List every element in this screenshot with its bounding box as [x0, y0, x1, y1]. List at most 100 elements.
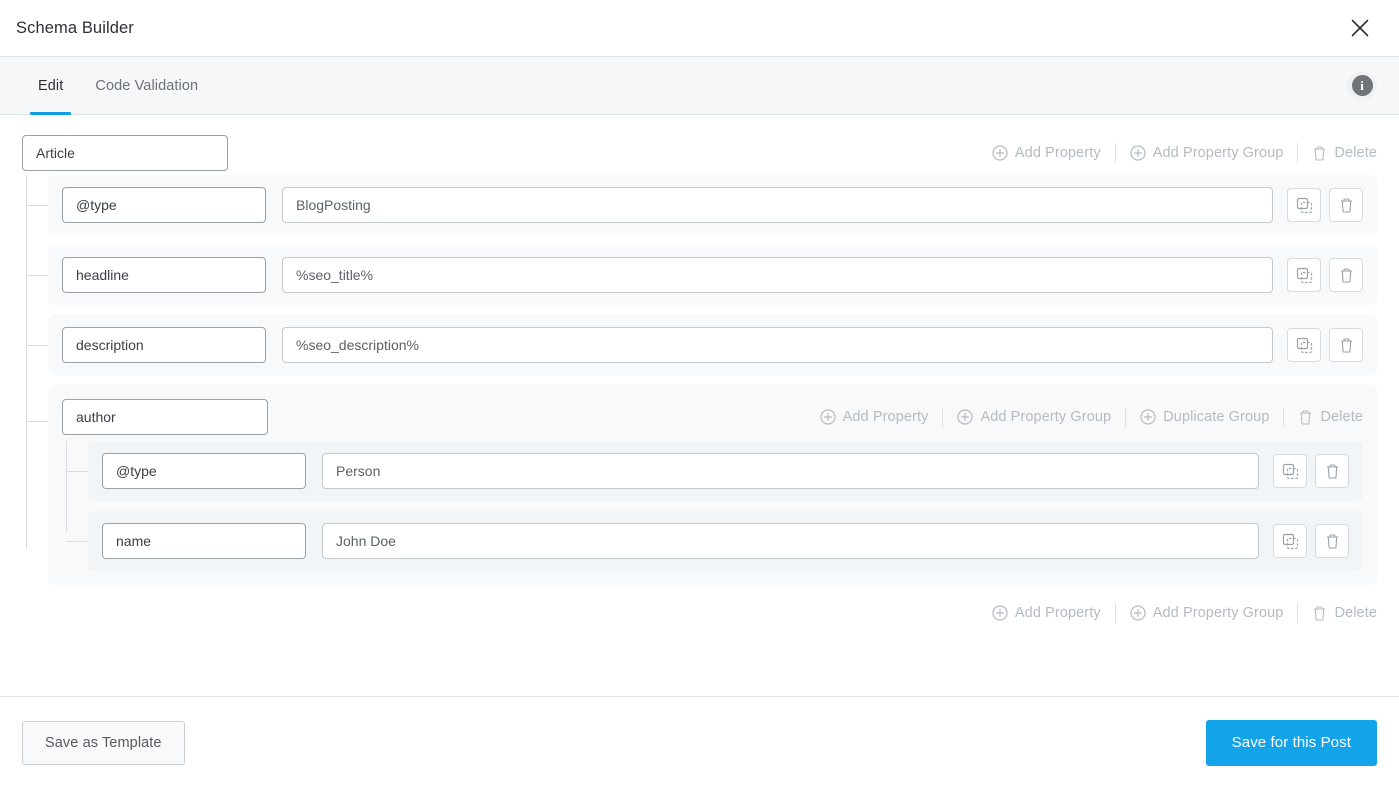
delete-property-button[interactable]	[1329, 258, 1363, 292]
row-actions	[1273, 524, 1349, 558]
plus-circle-icon	[992, 605, 1008, 621]
info-icon: i	[1351, 75, 1373, 96]
trash-icon	[1312, 145, 1327, 161]
plus-circle-icon	[992, 145, 1008, 161]
property-value-input[interactable]: Person	[322, 453, 1259, 489]
root-bottom-add-property-group-label: Add Property Group	[1152, 605, 1284, 621]
property-group-author: author Add Property Add Property Group D…	[26, 385, 1377, 585]
schema-builder-modal: Schema Builder Edit Code Validation i Ar…	[0, 0, 1399, 788]
page-title: Schema Builder	[16, 18, 134, 37]
copy-icon	[1282, 463, 1299, 480]
group-tree: @type Person name John Doe	[62, 441, 1363, 571]
property-key-input[interactable]: @type	[62, 187, 266, 223]
plus-circle-icon	[1130, 605, 1146, 621]
save-as-template-button[interactable]: Save as Template	[22, 720, 185, 765]
modal-footer: Save as Template Save for this Post	[0, 696, 1399, 788]
root-delete-button[interactable]: Delete	[1298, 145, 1377, 161]
schema-tree-body: Article Add Property Add Property Group	[0, 115, 1399, 696]
group-name-input[interactable]: author	[62, 399, 268, 435]
root-toolbar: Add Property Add Property Group Delete	[978, 143, 1377, 163]
close-icon	[1349, 17, 1371, 39]
property-key-input[interactable]: name	[102, 523, 306, 559]
root-add-property-group-label: Add Property Group	[1152, 145, 1284, 161]
table-row: headline %seo_title%	[26, 245, 1377, 305]
delete-property-button[interactable]	[1315, 524, 1349, 558]
group-duplicate-group-label: Duplicate Group	[1163, 409, 1270, 425]
group-duplicate-group-button[interactable]: Duplicate Group	[1126, 409, 1283, 425]
group-header-row: author Add Property Add Property Group D…	[62, 399, 1363, 435]
table-row: name John Doe	[66, 511, 1363, 571]
root-tree: @type BlogPosting headline %seo_title% d…	[22, 175, 1377, 623]
copy-icon	[1282, 533, 1299, 550]
group-add-property-group-label: Add Property Group	[980, 409, 1112, 425]
copy-icon	[1296, 197, 1313, 214]
group-delete-label: Delete	[1320, 409, 1363, 425]
property-value-input[interactable]: BlogPosting	[282, 187, 1273, 223]
plus-circle-icon	[820, 409, 836, 425]
plus-circle-icon	[957, 409, 974, 425]
modal-header: Schema Builder	[0, 0, 1399, 57]
root-add-property-group-button[interactable]: Add Property Group	[1116, 145, 1298, 161]
duplicate-property-button[interactable]	[1287, 258, 1321, 292]
save-for-this-post-button[interactable]: Save for this Post	[1205, 719, 1377, 766]
row-actions	[1273, 454, 1349, 488]
group-add-property-group-button[interactable]: Add Property Group	[943, 409, 1125, 425]
root-children: @type BlogPosting headline %seo_title% d…	[22, 175, 1377, 585]
property-value-input[interactable]: %seo_description%	[282, 327, 1273, 363]
root-delete-label: Delete	[1334, 145, 1377, 161]
table-row: @type BlogPosting	[26, 175, 1377, 235]
root-bottom-add-property-label: Add Property	[1014, 605, 1101, 621]
table-row: @type Person	[66, 441, 1363, 501]
trash-icon	[1339, 267, 1354, 283]
duplicate-property-button[interactable]	[1287, 188, 1321, 222]
root-bottom-add-property-group-button[interactable]: Add Property Group	[1116, 605, 1298, 621]
property-value-input[interactable]: %seo_title%	[282, 257, 1273, 293]
root-add-property-button[interactable]: Add Property	[978, 145, 1115, 161]
property-key-input[interactable]: headline	[62, 257, 266, 293]
root-bottom-toolbar: Add Property Add Property Group Delete	[978, 603, 1377, 623]
root-add-property-label: Add Property	[1014, 145, 1101, 161]
root-bottom-delete-label: Delete	[1334, 605, 1377, 621]
delete-property-button[interactable]	[1315, 454, 1349, 488]
close-button[interactable]	[1343, 11, 1377, 45]
delete-property-button[interactable]	[1329, 328, 1363, 362]
duplicate-property-button[interactable]	[1273, 524, 1307, 558]
tab-code-validation-label: Code Validation	[95, 77, 199, 94]
info-button[interactable]: i	[1347, 70, 1377, 101]
tab-edit[interactable]: Edit	[22, 57, 79, 115]
tab-spacer	[214, 57, 1347, 114]
duplicate-property-button[interactable]	[1273, 454, 1307, 488]
property-key-input[interactable]: @type	[102, 453, 306, 489]
group-add-property-button[interactable]: Add Property	[806, 409, 943, 425]
property-value-input[interactable]: John Doe	[322, 523, 1259, 559]
root-name-input[interactable]: Article	[22, 135, 228, 171]
tab-code-validation[interactable]: Code Validation	[79, 57, 214, 114]
trash-icon	[1339, 197, 1354, 213]
trash-icon	[1312, 605, 1327, 621]
root-bottom-add-property-button[interactable]: Add Property	[978, 605, 1115, 621]
root-bottom-delete-button[interactable]: Delete	[1298, 605, 1377, 621]
plus-circle-icon	[1140, 409, 1156, 425]
row-actions	[1287, 188, 1363, 222]
delete-property-button[interactable]	[1329, 188, 1363, 222]
root-bottom-toolbar-wrap: Add Property Add Property Group Delete	[22, 595, 1377, 623]
copy-icon	[1296, 337, 1313, 354]
root-header-row: Article Add Property Add Property Group	[22, 135, 1377, 171]
tab-edit-label: Edit	[38, 77, 64, 94]
trash-icon	[1298, 409, 1313, 425]
plus-circle-icon	[1130, 145, 1146, 161]
property-key-input[interactable]: description	[62, 327, 266, 363]
copy-icon	[1296, 267, 1313, 284]
row-actions	[1287, 328, 1363, 362]
group-toolbar: Add Property Add Property Group Duplicat…	[806, 407, 1363, 427]
tab-bar: Edit Code Validation i	[0, 57, 1399, 115]
row-actions	[1287, 258, 1363, 292]
table-row: description %seo_description%	[26, 315, 1377, 375]
trash-icon	[1339, 337, 1354, 353]
trash-icon	[1325, 533, 1340, 549]
group-delete-button[interactable]: Delete	[1284, 409, 1363, 425]
group-children: @type Person name John Doe	[62, 441, 1363, 571]
group-add-property-label: Add Property	[842, 409, 929, 425]
duplicate-property-button[interactable]	[1287, 328, 1321, 362]
trash-icon	[1325, 463, 1340, 479]
